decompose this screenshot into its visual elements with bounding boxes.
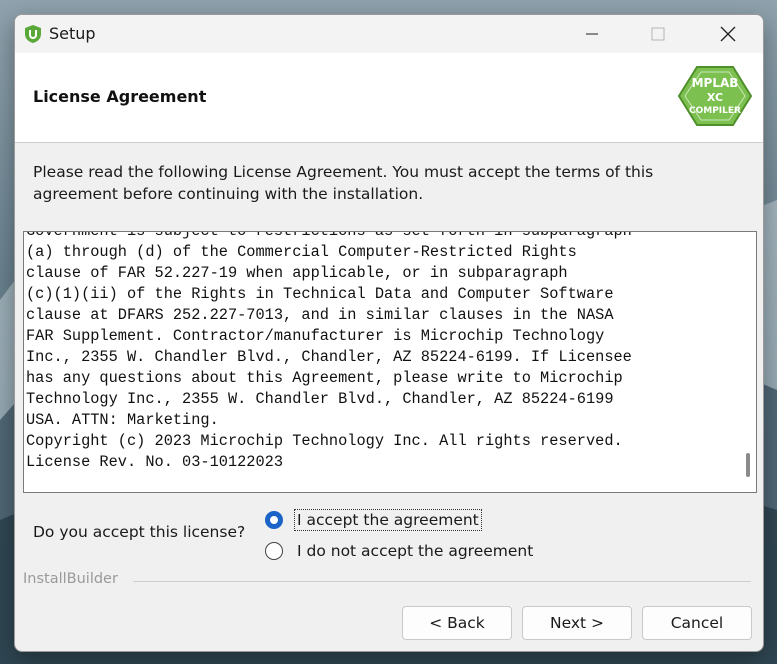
- radio-accept-button[interactable]: [265, 511, 283, 529]
- license-line: clause at DFARS 252.227-7013, and in sim…: [26, 306, 614, 324]
- radio-decline-label[interactable]: I do not accept the agreement: [295, 541, 535, 561]
- cancel-button[interactable]: Cancel: [642, 606, 752, 640]
- title-bar[interactable]: Setup: [15, 15, 763, 53]
- back-button[interactable]: < Back: [402, 606, 512, 640]
- minimize-button[interactable]: [563, 15, 621, 53]
- minimize-icon: [586, 33, 598, 35]
- license-scrollbar[interactable]: [740, 232, 756, 492]
- license-line: FAR Supplement. Contractor/manufacturer …: [26, 327, 605, 345]
- license-line: License Rev. No. 03-10122023: [26, 453, 284, 471]
- radio-accept[interactable]: I accept the agreement: [265, 507, 482, 533]
- logo-line1: MPLAB: [692, 76, 739, 90]
- page-header: License Agreement MPLAB XC COMPILER: [15, 53, 763, 143]
- maximize-icon: [651, 27, 665, 41]
- close-button[interactable]: [699, 15, 757, 53]
- license-line: has any questions about this Agreement, …: [26, 369, 623, 387]
- license-line: Technology Inc., 2355 W. Chandler Blvd.,…: [26, 390, 614, 408]
- license-line: (a) through (d) of the Commercial Comput…: [26, 243, 577, 261]
- page-title: License Agreement: [33, 87, 207, 106]
- branding-text: InstallBuilder: [23, 571, 124, 587]
- license-line: (c)(1)(ii) of the Rights in Technical Da…: [26, 285, 614, 303]
- intro-text: Please read the following License Agreem…: [33, 163, 654, 203]
- installbuilder-branding: InstallBuilder: [23, 571, 751, 591]
- window-title: Setup: [49, 24, 96, 43]
- mplab-xc-compiler-logo: MPLAB XC COMPILER: [677, 66, 753, 126]
- license-line: Government is subject to restrictions as…: [26, 231, 632, 240]
- license-text: Government is subject to restrictions as…: [26, 231, 738, 473]
- close-icon: [720, 26, 736, 42]
- logo-line3: COMPILER: [689, 106, 741, 116]
- accept-question: Do you accept this license?: [33, 523, 246, 541]
- installer-shield-icon: [25, 25, 41, 43]
- setup-window: Setup License Agreement MPLAB XC COMPILE…: [14, 14, 764, 652]
- maximize-button[interactable]: [629, 15, 687, 53]
- radio-decline[interactable]: I do not accept the agreement: [265, 538, 535, 564]
- scrollbar-thumb[interactable]: [746, 452, 750, 477]
- next-button[interactable]: Next >: [522, 606, 632, 640]
- radio-decline-button[interactable]: [265, 542, 283, 560]
- license-line: Copyright (c) 2023 Microchip Technology …: [26, 432, 623, 450]
- radio-accept-label[interactable]: I accept the agreement: [294, 509, 482, 531]
- logo-line2: XC: [707, 91, 723, 104]
- license-line: Inc., 2355 W. Chandler Blvd., Chandler, …: [26, 348, 632, 366]
- license-line: clause of FAR 52.227-19 when applicable,…: [26, 264, 568, 282]
- branding-divider: [133, 581, 751, 582]
- license-textbox[interactable]: Government is subject to restrictions as…: [23, 231, 757, 493]
- license-line: USA. ATTN: Marketing.: [26, 411, 219, 429]
